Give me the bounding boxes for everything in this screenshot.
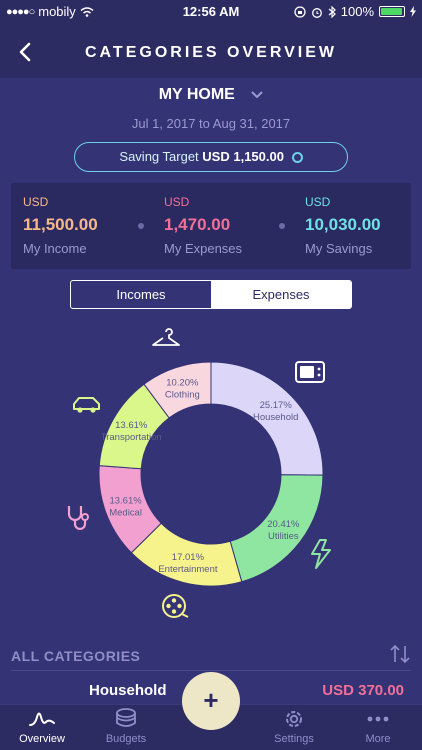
header: CATEGORIES OVERVIEW xyxy=(0,30,422,78)
expenses-summary: USD 1,470.00 My Expenses xyxy=(164,195,284,256)
lightning-icon[interactable] xyxy=(311,539,331,569)
income-currency: USD xyxy=(23,195,49,209)
tab-more[interactable]: More xyxy=(338,707,418,745)
status-bar: ●●●●○ mobily 12:56 AM 100% xyxy=(0,0,422,24)
date-range[interactable]: Jul 1, 2017 to Aug 31, 2017 xyxy=(0,116,422,131)
film-reel-icon[interactable] xyxy=(162,594,189,618)
savings-label: My Savings xyxy=(305,241,373,256)
slice-percent-label: 25.17% xyxy=(260,400,293,411)
more-dots-icon xyxy=(367,716,389,722)
tab-settings-label: Settings xyxy=(274,733,314,745)
tv-icon[interactable] xyxy=(295,361,325,383)
slice-percent-label: 13.61% xyxy=(115,420,148,431)
divider xyxy=(11,670,411,671)
rotation-lock-icon xyxy=(294,5,306,18)
charging-icon xyxy=(410,6,416,17)
status-right: 100% xyxy=(294,4,416,19)
wave-icon xyxy=(29,712,55,726)
income-value: 11,500.00 xyxy=(23,215,98,234)
all-categories-header: ALL CATEGORIES xyxy=(11,648,141,664)
slice-category-label: Transportation xyxy=(101,432,162,443)
page-title: CATEGORIES OVERVIEW xyxy=(85,44,337,61)
category-row-amount[interactable]: USD 370.00 xyxy=(322,682,404,699)
add-transaction-button[interactable]: + xyxy=(182,672,240,730)
progress-ring-icon xyxy=(291,152,303,164)
tab-budgets[interactable]: Budgets xyxy=(86,707,166,745)
hanger-icon[interactable] xyxy=(152,328,180,346)
tab-incomes[interactable]: Incomes xyxy=(71,281,211,308)
saving-target-amount: USD 1,150.00 xyxy=(202,149,284,164)
gear-icon xyxy=(286,711,302,727)
slice-category-label: Utilities xyxy=(268,531,299,542)
expenses-currency: USD xyxy=(164,195,190,209)
slice-percent-label: 17.01% xyxy=(172,552,205,563)
battery-percent: 100% xyxy=(340,4,374,19)
savings-currency: USD xyxy=(305,195,331,209)
separator-dot xyxy=(279,223,285,229)
savings-summary: USD 10,030.00 My Savings xyxy=(305,195,422,256)
expenses-value: 1,470.00 xyxy=(164,215,231,234)
income-expense-toggle: Incomes Expenses xyxy=(70,280,352,309)
tab-expenses[interactable]: Expenses xyxy=(211,281,351,308)
savings-value: 10,030.00 xyxy=(305,215,381,234)
stethoscope-icon[interactable] xyxy=(67,506,89,531)
category-row-label[interactable]: Household xyxy=(89,682,167,699)
tab-settings[interactable]: Settings xyxy=(254,707,334,745)
account-name: MY HOME xyxy=(158,86,235,103)
slice-category-label: Medical xyxy=(109,507,142,518)
alarm-icon xyxy=(311,7,322,18)
chevron-down-icon xyxy=(251,91,264,99)
income-summary: USD 11,500.00 My Income xyxy=(23,195,143,256)
income-label: My Income xyxy=(23,241,87,256)
saving-target-label: Saving Target xyxy=(119,149,199,164)
slice-percent-label: 20.41% xyxy=(267,519,300,530)
slice-category-label: Household xyxy=(253,412,298,423)
account-selector[interactable]: MY HOME xyxy=(0,86,422,104)
tab-budgets-label: Budgets xyxy=(105,733,147,745)
expenses-label: My Expenses xyxy=(164,241,243,256)
separator-dot xyxy=(138,223,144,229)
car-icon[interactable] xyxy=(73,397,100,413)
bluetooth-icon xyxy=(328,5,336,18)
summary-panel: USD 11,500.00 My Income USD 1,470.00 My … xyxy=(11,183,411,269)
tab-overview-label: Overview xyxy=(19,733,65,745)
slice-category-label: Entertainment xyxy=(158,564,218,575)
slice-percent-label: 13.61% xyxy=(109,495,142,506)
category-donut-chart: 25.17%Household 20.41%Utilities 17.01%Ente… xyxy=(67,328,331,618)
battery-icon xyxy=(379,6,405,17)
saving-target-button[interactable]: Saving Target USD 1,150.00 xyxy=(74,142,348,172)
sort-icon[interactable] xyxy=(389,644,411,664)
slice-percent-label: 10.20% xyxy=(166,378,199,389)
tab-more-label: More xyxy=(365,733,391,745)
coins-icon xyxy=(116,708,136,727)
tab-overview[interactable]: Overview xyxy=(2,707,82,745)
slice-category-label: Clothing xyxy=(165,390,200,401)
